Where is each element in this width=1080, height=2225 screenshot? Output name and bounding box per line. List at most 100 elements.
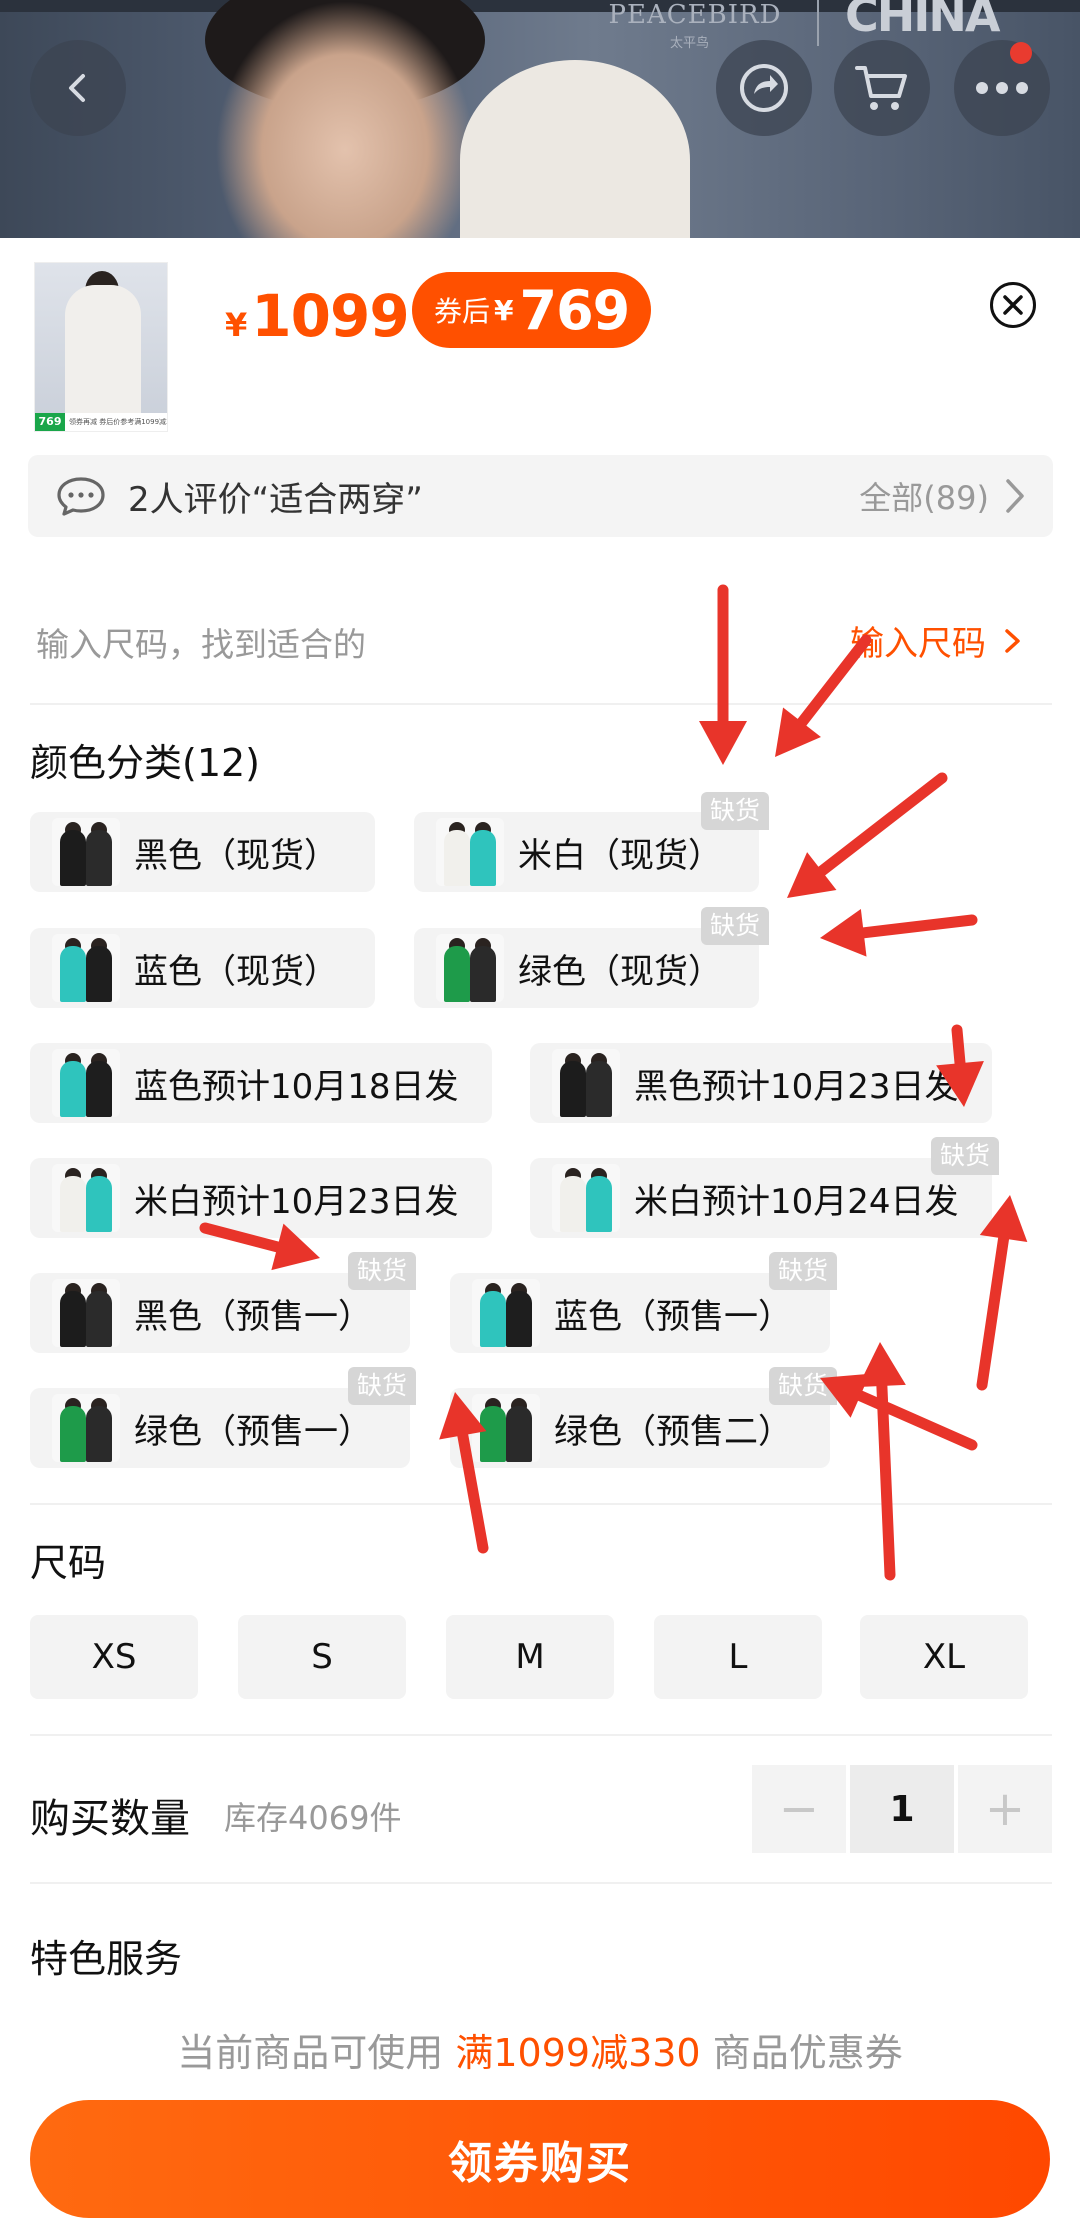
color-option-thumbnail	[552, 1164, 620, 1232]
annotation-arrow-shaft	[858, 914, 978, 939]
thumb-caption: 领券再减 券后价参考满1099减330元	[65, 413, 167, 431]
chevron-right-icon	[1006, 479, 1024, 513]
thumb-figure	[506, 1406, 532, 1462]
quantity-increase-button[interactable]: +	[958, 1765, 1052, 1853]
color-option-label: 蓝色（现货）	[134, 951, 338, 992]
quantity-decrease-button[interactable]: −	[752, 1765, 846, 1853]
size-option-m[interactable]: M	[446, 1615, 614, 1699]
size-section-title: 尺码	[30, 1541, 107, 1585]
color-option-label: 黑色预计10月23日发	[634, 1066, 959, 1107]
thumb-figure	[86, 1176, 112, 1232]
color-option[interactable]: 米白预计10月23日发	[30, 1158, 492, 1238]
size-option-xl[interactable]: XL	[860, 1615, 1028, 1699]
coupon-note: 当前商品可使用 满1099减330 商品优惠券	[0, 2022, 1080, 2077]
thumb-figure	[60, 946, 86, 1002]
share-button[interactable]	[716, 40, 812, 136]
thumb-figure	[506, 1291, 532, 1347]
color-option-label: 黑色（预售一）	[134, 1296, 372, 1337]
color-option[interactable]: 蓝色预计10月18日发	[30, 1043, 492, 1123]
stock-count: 库存4069件	[224, 1799, 402, 1837]
thumb-figure	[60, 1291, 86, 1347]
thumb-figure	[444, 830, 470, 886]
cart-icon	[855, 66, 907, 110]
color-option[interactable]: 黑色（现货）	[30, 812, 375, 892]
claim-coupon-buy-button[interactable]: 领券购买	[30, 2100, 1050, 2218]
services-title: 特色服务	[30, 1937, 183, 1981]
review-summary-text: 2人评价“适合两穿”	[128, 479, 423, 520]
product-thumbnail[interactable]: 769 领券再减 券后价参考满1099减330元	[34, 262, 168, 432]
size-option-s[interactable]: S	[238, 1615, 406, 1699]
quantity-value[interactable]: 1	[850, 1765, 954, 1853]
color-option-label: 绿色（预售二）	[554, 1411, 792, 1452]
color-option[interactable]: 蓝色（现货）	[30, 928, 375, 1008]
annotation-arrow-head	[820, 908, 867, 957]
cart-button[interactable]	[834, 40, 930, 136]
thumb-figure	[586, 1061, 612, 1117]
color-option-label: 绿色（现货）	[518, 951, 722, 992]
color-option-thumbnail	[52, 818, 120, 886]
thumb-figure	[60, 1406, 86, 1462]
thumb-figure	[560, 1176, 586, 1232]
color-option-label: 黑色（现货）	[134, 835, 338, 876]
out-of-stock-tag: 缺货	[348, 1367, 417, 1405]
more-icon	[976, 82, 1028, 94]
thumb-figure	[470, 946, 496, 1002]
divider	[30, 703, 1052, 705]
banner-model-image	[215, 0, 475, 238]
color-option-label: 米白（现货）	[518, 835, 722, 876]
chevron-left-icon	[69, 74, 85, 102]
color-section-title: 颜色分类(12)	[30, 741, 261, 785]
thumb-figure	[86, 946, 112, 1002]
out-of-stock-tag: 缺货	[348, 1252, 417, 1290]
review-summary-bar[interactable]: 2人评价“适合两穿” 全部(89)	[28, 455, 1053, 537]
annotation-arrow-head	[787, 852, 837, 898]
color-option-label: 米白预计10月24日发	[634, 1181, 959, 1222]
color-option-thumbnail	[52, 934, 120, 1002]
annotation-arrow-head	[857, 1342, 906, 1387]
color-option-thumbnail	[52, 1164, 120, 1232]
coupon-note-highlight: 满1099减330	[455, 2031, 701, 2075]
banner-coat-image	[460, 60, 690, 238]
color-option-thumbnail	[52, 1049, 120, 1117]
color-option[interactable]: 米白预计10月24日发	[530, 1158, 992, 1238]
color-option-thumbnail	[52, 1394, 120, 1462]
thumb-figure	[86, 830, 112, 886]
more-button[interactable]	[954, 40, 1050, 136]
annotation-arrow-head	[775, 707, 821, 757]
out-of-stock-tag: 缺货	[701, 907, 770, 945]
color-option-thumbnail	[472, 1394, 540, 1462]
size-finder-link[interactable]: 输入尺码	[850, 616, 1030, 665]
thumb-figure	[444, 946, 470, 1002]
size-option-xs[interactable]: XS	[30, 1615, 198, 1699]
brand-partner-logo: CHINA	[845, 0, 1000, 42]
color-option-label: 蓝色预计10月18日发	[134, 1066, 459, 1107]
size-option-l[interactable]: L	[654, 1615, 822, 1699]
divider	[30, 1503, 1052, 1505]
annotation-arrow-shaft	[854, 1390, 978, 1451]
back-button[interactable]	[30, 40, 126, 136]
divider	[30, 1734, 1052, 1736]
close-button[interactable]	[990, 282, 1036, 328]
coupon-note-suffix: 商品优惠券	[712, 2031, 903, 2075]
review-all-link[interactable]: 全部(89)	[859, 473, 989, 519]
out-of-stock-tag: 缺货	[701, 792, 770, 830]
color-option-thumbnail	[472, 1279, 540, 1347]
divider	[30, 1882, 1052, 1884]
color-option-thumbnail	[436, 934, 504, 1002]
out-of-stock-tag: 缺货	[769, 1367, 838, 1405]
color-option-label: 蓝色（预售一）	[554, 1296, 792, 1337]
annotation-arrow-shaft	[976, 1233, 1010, 1391]
annotation-arrow-head	[699, 721, 747, 765]
color-option[interactable]: 黑色预计10月23日发	[530, 1043, 992, 1123]
annotation-arrow-shaft	[876, 1380, 896, 1581]
thumb-figure	[86, 1406, 112, 1462]
notification-dot	[1010, 42, 1032, 64]
color-option-thumbnail	[552, 1049, 620, 1117]
thumb-figure	[86, 1061, 112, 1117]
out-of-stock-tag: 缺货	[931, 1137, 1000, 1175]
price-currency: ¥	[225, 306, 248, 344]
quantity-title: 购买数量	[30, 1796, 190, 1842]
price-value: 1099	[251, 282, 409, 350]
color-option-label: 绿色（预售一）	[134, 1411, 372, 1452]
annotation-arrow-shaft	[816, 772, 948, 877]
